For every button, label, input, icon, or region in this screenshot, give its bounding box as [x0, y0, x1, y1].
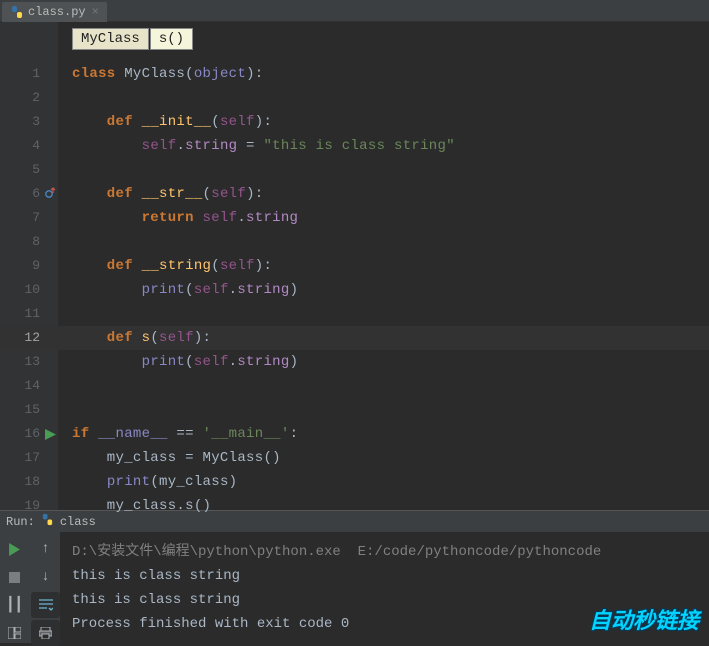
rerun-button[interactable] [0, 536, 29, 562]
scroll-up-button[interactable]: ↑ [31, 536, 60, 562]
line-number[interactable]: 13 [0, 350, 58, 374]
line-number[interactable]: 7 [0, 206, 58, 230]
code-line[interactable]: def __string(self): [58, 254, 709, 278]
print-button[interactable] [31, 620, 60, 646]
breadcrumb-bar: MyClass s() [72, 28, 194, 50]
close-icon[interactable]: × [92, 5, 99, 19]
line-number[interactable]: 14 [0, 374, 58, 398]
line-number[interactable]: 5 [0, 158, 58, 182]
breadcrumb-method[interactable]: s() [150, 28, 193, 50]
code-line[interactable] [58, 374, 709, 398]
editor-tab-class-py[interactable]: class.py × [2, 2, 107, 22]
line-number[interactable]: 4 [0, 134, 58, 158]
code-line[interactable]: def s(self): [58, 326, 709, 350]
console-line: this is class string [72, 564, 697, 588]
code-line[interactable]: my_class.s() [58, 494, 709, 518]
soft-wrap-button[interactable] [31, 592, 60, 618]
editor-gutter[interactable]: 12345678910111213141516171819 [0, 22, 58, 510]
console-line: Process finished with exit code 0 [72, 612, 697, 636]
console-line: this is class string [72, 588, 697, 612]
breadcrumb-class[interactable]: MyClass [72, 28, 149, 50]
console-line: D:\安装文件\编程\python\python.exe E:/code/pyt… [72, 540, 697, 564]
line-number[interactable]: 1 [0, 62, 58, 86]
code-line[interactable]: if __name__ == '__main__': [58, 422, 709, 446]
code-line[interactable] [58, 230, 709, 254]
line-number[interactable]: 9 [0, 254, 58, 278]
pause-button[interactable]: ┃┃ [0, 592, 29, 618]
code-line[interactable] [58, 398, 709, 422]
code-line[interactable]: self.string = "this is class string" [58, 134, 709, 158]
run-toolbar: ↑ ↓ ┃┃ [0, 532, 60, 643]
line-number[interactable]: 10 [0, 278, 58, 302]
python-file-icon [10, 5, 24, 19]
line-number[interactable]: 2 [0, 86, 58, 110]
line-number[interactable]: 6 [0, 182, 58, 206]
line-number[interactable]: 8 [0, 230, 58, 254]
line-number[interactable]: 15 [0, 398, 58, 422]
console-output[interactable]: D:\安装文件\编程\python\python.exe E:/code/pyt… [60, 532, 709, 643]
line-number[interactable]: 19 [0, 494, 58, 518]
line-number[interactable]: 17 [0, 446, 58, 470]
code-line[interactable] [58, 302, 709, 326]
tab-filename: class.py [28, 5, 86, 19]
code-line[interactable]: print(self.string) [58, 350, 709, 374]
code-editor[interactable]: MyClass s() 1234567891011121314151617181… [0, 22, 709, 510]
code-line[interactable] [58, 158, 709, 182]
line-number[interactable]: 12 [0, 326, 58, 350]
line-number[interactable]: 18 [0, 470, 58, 494]
code-line[interactable]: print(self.string) [58, 278, 709, 302]
stop-button[interactable] [0, 564, 29, 590]
layout-button[interactable] [0, 620, 29, 646]
scroll-down-button[interactable]: ↓ [31, 564, 60, 590]
editor-tab-bar: class.py × [0, 0, 709, 22]
run-panel: ↑ ↓ ┃┃ D:\安装文件\编程\python\python.exe E:/c… [0, 532, 709, 643]
code-line[interactable] [58, 86, 709, 110]
code-line[interactable]: def __init__(self): [58, 110, 709, 134]
code-line[interactable]: my_class = MyClass() [58, 446, 709, 470]
line-number[interactable]: 3 [0, 110, 58, 134]
code-line[interactable]: print(my_class) [58, 470, 709, 494]
code-line[interactable]: class MyClass(object): [58, 62, 709, 86]
code-line[interactable]: def __str__(self): [58, 182, 709, 206]
line-number[interactable]: 11 [0, 302, 58, 326]
code-area[interactable]: class MyClass(object): def __init__(self… [58, 22, 709, 510]
code-line[interactable]: return self.string [58, 206, 709, 230]
line-number[interactable]: 16 [0, 422, 58, 446]
